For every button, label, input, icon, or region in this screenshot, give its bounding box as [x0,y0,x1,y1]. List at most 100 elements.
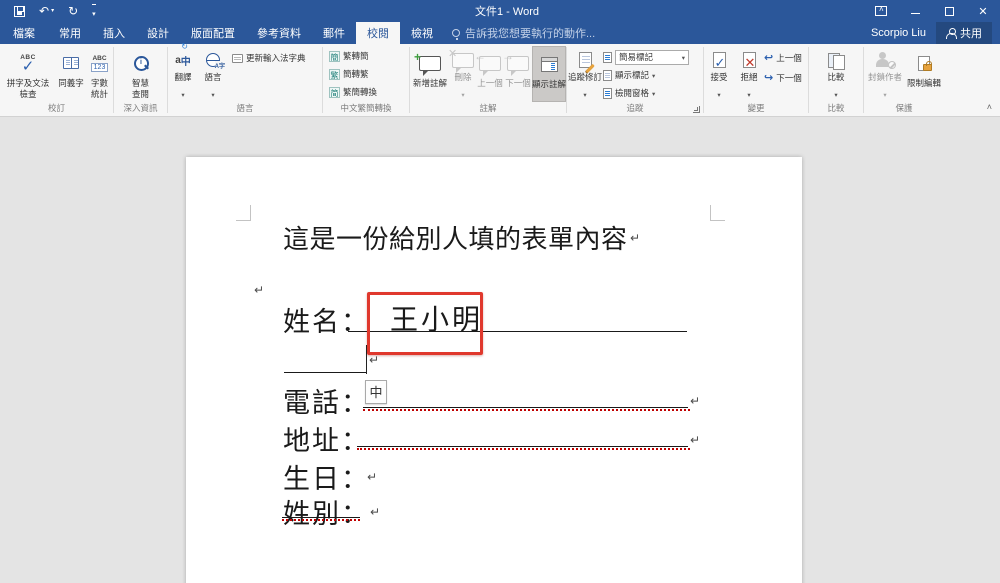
save-button[interactable] [14,5,25,17]
display-for-review-dropdown[interactable]: 簡易標記 [603,49,689,65]
maximize-button[interactable] [932,0,966,22]
group-label-proofing: 校訂 [47,103,65,113]
new-comment-button[interactable]: + 新增註解 [410,46,450,102]
phone-field-label: 電話： [283,388,370,418]
convert-chinese-button[interactable]: 简 繁簡轉換 [329,84,377,100]
word-window: ↶ ↻ 文件1 - Word 檔案 常用 插入 設計 版面配置 參考資料 郵件 … [0,0,1000,583]
paragraph-mark-icon: ↵ [370,505,381,519]
tab-home[interactable]: 常用 [48,22,92,44]
person-icon [946,28,957,39]
next-change-icon: ↪ [764,71,774,84]
tab-review[interactable]: 校閱 [356,22,400,44]
convert-char-icon: 简 [329,86,340,98]
margin-corner-mark-left [236,205,251,221]
show-comments-toggle[interactable]: 顯示註解 [532,46,566,102]
word-count-icon: ABC 123 [90,54,109,72]
restrict-editing-button[interactable]: 限制編輯 [906,46,942,102]
paragraph-mark-icon: ↵ [630,231,641,245]
traditional-char-icon: 繁 [329,68,340,80]
chevron-down-icon [834,84,837,102]
chevron-down-icon [652,88,655,99]
reviewing-pane-button[interactable]: 檢閱窗格 [603,85,689,101]
gender-spellcheck-squiggle [282,519,360,521]
paragraph-mark-icon: ↵ [690,433,701,447]
close-button[interactable] [966,0,1000,22]
update-ime-dictionary-button[interactable]: 更新輸入法字典 [232,50,306,66]
undo-button[interactable]: ↶ [39,5,54,17]
language-button[interactable]: 語言 [198,46,228,102]
ribbon-review: ABC ✓ 拼字及文法 檢查 同義字 ABC 123 字數 統計 校訂 i 智慧… [0,42,1000,117]
simplified-to-traditional-button[interactable]: 繁 簡轉繁 [329,66,369,82]
chevron-down-icon [682,52,685,63]
previous-comment-icon: ← [474,48,501,78]
redo-button[interactable]: ↻ [68,5,78,17]
gender-field-label: 姓別： [283,499,370,529]
chevron-down-icon [211,84,214,102]
address-spellcheck-squiggle [357,448,690,450]
minimize-button[interactable] [898,0,932,22]
title-bar: ↶ ↻ 文件1 - Word [0,0,1000,22]
accept-button[interactable]: ✓ 接受 [704,46,734,102]
lock-icon [918,48,932,78]
track-changes-button[interactable]: 追蹤修訂 [567,46,603,102]
group-proofing: ABC ✓ 拼字及文法 檢查 同義字 ABC 123 字數 統計 校訂 [0,44,113,116]
chevron-down-icon [747,84,750,102]
document-canvas[interactable]: 這是一份給別人填的表單內容 ↵ ↵ 姓名： 王小明 ↵ 電話： 中 ↵ 地址： … [0,117,1000,583]
compare-button[interactable]: 比較 [820,46,852,102]
address-field-label: 地址： [283,426,370,456]
group-insights: 智慧 查閱 深入資訊 [114,44,167,116]
next-comment-icon: → [502,48,529,78]
new-comment-icon: + [414,48,441,78]
next-comment-button: → 下一個 [502,48,531,89]
tab-view[interactable]: 檢視 [400,22,444,44]
ribbon-display-options-icon [875,5,887,16]
phone-underline [363,407,688,408]
globe-icon [206,48,226,72]
address-underline [357,446,688,447]
group-label-chinese: 中文繁簡轉換 [340,103,392,113]
tab-mailings[interactable]: 郵件 [312,22,356,44]
group-protect: 封鎖作者 限制編輯 保護 [864,44,944,116]
tab-design[interactable]: 設計 [136,22,180,44]
translate-button[interactable]: a 中 ↻ 翻譯 [168,42,198,102]
group-tracking: 追蹤修訂 簡易標記 顯示標記 檢閱窗格 [567,44,703,116]
customize-qat-button[interactable] [92,4,96,18]
word-count-button[interactable]: ABC 123 字數 統計 [86,46,113,102]
document-page[interactable]: 這是一份給別人填的表單內容 ↵ ↵ 姓名： 王小明 ↵ 電話： 中 ↵ 地址： … [186,157,802,583]
traditional-to-simplified-button[interactable]: 簡 繁轉簡 [329,48,369,64]
thesaurus-button[interactable]: 同義字 [56,46,86,102]
share-button[interactable]: 共用 [936,22,992,44]
chevron-down-icon [181,84,184,102]
previous-change-button[interactable]: ↩ 上一個 [764,50,802,66]
spelling-grammar-button[interactable]: ABC ✓ 拼字及文法 檢查 [0,46,56,102]
collapse-ribbon-button[interactable]: ˄ [987,102,992,112]
paragraph-mark-icon: ↵ [690,394,701,408]
tab-file[interactable]: 檔案 [0,22,48,44]
chevron-down-icon [461,84,464,102]
next-change-button[interactable]: ↪ 下一個 [764,70,802,86]
chevron-down-icon [583,84,586,102]
save-icon [14,5,25,17]
tell-me-box[interactable]: 告訴我您想要執行的動作... [444,22,603,44]
show-markup-button[interactable]: 顯示標記 [603,67,689,83]
group-label-compare: 比較 [827,103,845,113]
ribbon-display-options-button[interactable] [864,0,898,22]
margin-corner-mark-right [710,205,725,221]
group-changes: ✓ 接受 ✕ 拒絕 ↩ 上一個 ↪ 下一個 [704,44,808,116]
tracking-dialog-launcher[interactable] [693,106,700,113]
gender-underline [282,517,360,518]
tab-insert[interactable]: 插入 [92,22,136,44]
document-heading: 這是一份給別人填的表單內容 [283,225,628,254]
birthday-field-label: 生日： [283,464,370,494]
paragraph-mark-icon: ↵ [367,470,378,484]
block-authors-button: 封鎖作者 [864,46,906,102]
smart-lookup-button[interactable]: 智慧 查閱 [126,46,156,102]
reject-button[interactable]: ✕ 拒絕 [734,46,764,102]
window-controls [864,0,1000,22]
minimize-icon [910,12,920,14]
tab-layout[interactable]: 版面配置 [180,22,246,44]
signed-in-user[interactable]: Scorpio Liu [871,27,926,39]
group-comments: + 新增註解 ✕ 刪除 ← 上一個 → 下一個 顯示 [410,44,566,116]
tab-references[interactable]: 參考資料 [246,22,312,44]
group-label-changes: 變更 [747,103,765,113]
